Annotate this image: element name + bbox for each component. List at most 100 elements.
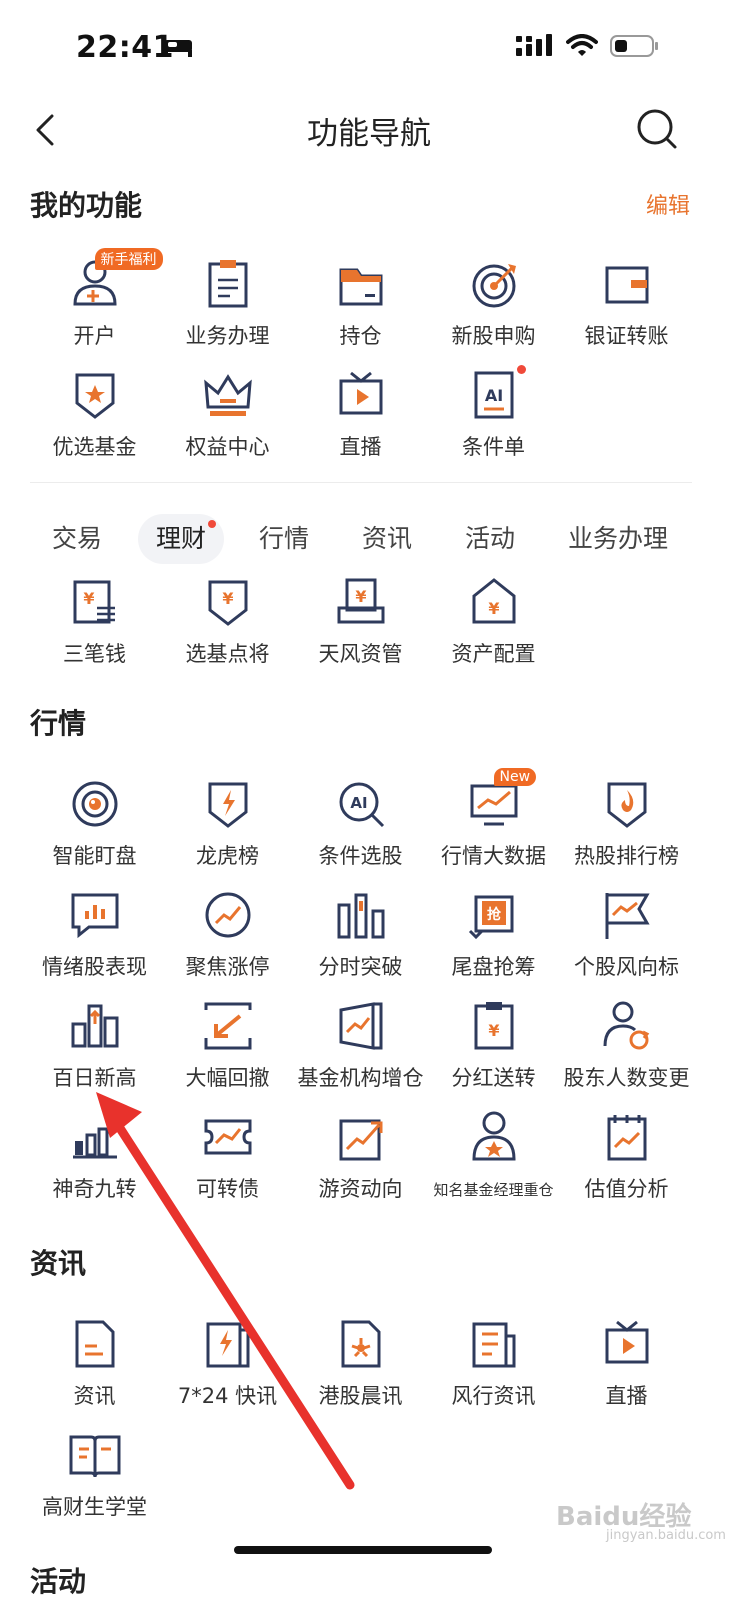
market-item[interactable]: 热股排行榜 [560,770,693,881]
my-function-item[interactable]: 银证转账 [560,250,693,361]
yen-clip-icon: ¥ [466,998,522,1054]
my-function-item-label: 直播 [339,435,382,459]
star-shield-icon [67,367,123,423]
market-item[interactable]: 聚焦涨停 [161,881,294,992]
news-item-label: 7*24 快讯 [177,1384,278,1408]
down-arrow-box-icon [200,998,256,1054]
search-icon[interactable] [634,106,680,152]
news-item-label: 高财生学堂 [42,1495,147,1519]
flash-news-icon [200,1316,256,1372]
my-function-item[interactable]: 新股申购 [427,250,560,361]
market-item[interactable]: 知名基金经理重仓 [427,1103,560,1214]
my-function-item[interactable]: 业务办理 [161,250,294,361]
bars-icon [333,887,389,943]
yen-list-icon: ¥ [67,574,123,630]
news-item-label: 风行资讯 [451,1384,536,1408]
tab-activity[interactable]: 活动 [465,514,515,564]
tab-trade[interactable]: 交易 [52,514,102,564]
market-item-label: 股东人数变更 [563,1066,690,1090]
svg-text:¥: ¥ [488,1021,499,1040]
market-item-label: 个股风向标 [574,955,679,979]
svg-text:¥: ¥ [488,599,499,618]
fire-shield-icon [599,776,655,832]
ai-search-icon: AI [333,776,389,832]
flag-icon [599,887,655,943]
wealth-item[interactable]: ¥ 三笔钱 [28,568,161,679]
my-function-item-label: 条件单 [462,435,525,459]
news-item[interactable]: 港股晨讯 [294,1310,427,1421]
target-icon [466,256,522,312]
market-item[interactable]: 智能盯盘 [28,770,161,881]
market-item-label: 分时突破 [318,955,403,979]
market-item[interactable]: ¥ 分红送转 [427,992,560,1103]
market-item[interactable]: 股东人数变更 [560,992,693,1103]
up-trend-icon [333,1109,389,1165]
activity-section-title: 活动 [30,1565,87,1598]
tab-business[interactable]: 业务办理 [568,514,668,564]
notification-dot [208,520,217,528]
market-item-label: 热股排行榜 [574,844,679,868]
market-item[interactable]: New 行情大数据 [427,768,560,881]
market-item-label: 尾盘抢筹 [451,955,536,979]
market-item[interactable]: 大幅回撤 [161,992,294,1103]
notification-dot [516,365,526,374]
wealth-item-label: 选基点将 [185,642,270,666]
wealth-item[interactable]: ¥ 选基点将 [161,568,294,679]
grab-icon: 抢 [466,887,522,943]
market-item[interactable]: 龙虎榜 [161,770,294,881]
market-item[interactable]: AI 条件选股 [294,770,427,881]
coin-bars-icon [67,1109,123,1165]
wealth-item[interactable]: ¥ 天风资管 [294,568,427,679]
tab-news[interactable]: 资讯 [362,514,412,564]
clock-trend-icon [200,887,256,943]
news-item[interactable]: 7*24 快讯 [161,1310,294,1421]
market-item[interactable]: 百日新高 [28,992,161,1103]
account-open-icon: 新手福利 [67,248,163,312]
open-book-icon [67,1427,123,1483]
market-item[interactable]: 抢尾盘抢筹 [427,881,560,992]
news-item[interactable]: 风行资讯 [427,1310,560,1421]
wealth-item-label: 资产配置 [451,642,536,666]
my-function-item[interactable]: 新手福利 开户 [28,248,163,361]
yen-shield-icon: ¥ [200,574,256,630]
market-item[interactable]: 个股风向标 [560,881,693,992]
svg-text:¥: ¥ [83,589,94,608]
my-function-item[interactable]: AI 条件单 [427,361,560,472]
market-item[interactable]: 游资动向 [294,1103,427,1214]
wealth-item[interactable]: ¥ 资产配置 [427,568,560,679]
market-item[interactable]: 分时突破 [294,881,427,992]
my-function-item[interactable]: 权益中心 [161,361,294,472]
edit-button[interactable]: 编辑 [646,188,690,220]
tab-wealth[interactable]: 理财 [138,514,225,564]
market-item[interactable]: 可转债 [161,1103,294,1214]
tv-play-icon [599,1316,655,1372]
home-indicator[interactable] [234,1546,492,1554]
market-grid: 智能盯盘 龙虎榜 AI 条件选股 New 行情大数据 热股排行榜 情绪股表现 聚焦涨停 分时突破抢… [28,768,693,1214]
my-function-item-label: 银证转账 [584,324,669,348]
market-item[interactable]: 基金机构增仓 [294,992,427,1103]
news-item[interactable]: 直播 [560,1310,693,1421]
my-function-item[interactable]: 直播 [294,361,427,472]
news-item[interactable]: 高财生学堂 [28,1421,161,1532]
tab-wealth-label: 理财 [156,524,207,553]
tab-market[interactable]: 行情 [259,514,309,564]
ai-doc-icon: AI [466,365,526,423]
my-functions-grid: 新手福利 开户 业务办理 持仓 新股申购 银证转账优选基金 权益中心直播 AI 条件单 [28,248,693,472]
news-item[interactable]: 资讯 [28,1310,161,1421]
promo-tag: 新手福利 [94,248,163,270]
monitor-chart-icon: New [466,768,537,832]
market-item[interactable]: 情绪股表现 [28,881,161,992]
market-item-label: 情绪股表现 [42,955,147,979]
news-item-label: 港股晨讯 [318,1384,403,1408]
my-function-item[interactable]: 持仓 [294,250,427,361]
watermark-url: jingyan.baidu.com [606,1528,726,1543]
market-item[interactable]: 估值分析 [560,1103,693,1214]
eye-target-icon [67,776,123,832]
building-up-icon [67,998,123,1054]
my-function-item[interactable]: 优选基金 [28,361,161,472]
market-item[interactable]: 神奇九转 [28,1103,161,1214]
status-time: 22:41 [76,30,174,65]
news-item-label: 直播 [605,1384,648,1408]
battery-icon [610,35,658,57]
navigation-bar: 功能导航 [0,100,738,160]
